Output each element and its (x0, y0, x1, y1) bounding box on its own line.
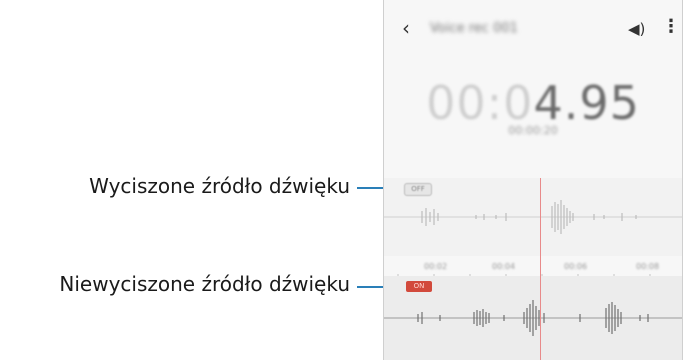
playhead[interactable] (540, 178, 541, 360)
recording-title: Voice rec 001 (430, 21, 518, 36)
app-bar: ‹ Voice rec 001 ◀) ⋮ (384, 0, 682, 60)
recorder-screen: ‹ Voice rec 001 ◀) ⋮ 00:04.95 00:00:20 O… (383, 0, 683, 360)
track-muted[interactable]: OFF (384, 178, 682, 256)
elapsed-time: 00:04.95 (384, 76, 682, 130)
track-unmuted[interactable]: ON (384, 276, 682, 360)
elapsed-time-bright: 4.95 (533, 76, 640, 130)
waveform-muted (384, 200, 682, 234)
waveform-unmuted (384, 300, 682, 336)
callout-muted-source: Wyciszone źródło dźwięku (89, 174, 350, 198)
more-options-icon[interactable]: ⋮ (662, 16, 680, 37)
back-arrow-icon[interactable]: ‹ (402, 16, 410, 40)
elapsed-time-dim: 00:0 (426, 76, 534, 130)
callout-unmuted-source: Niewyciszone źródło dźwięku (59, 272, 350, 296)
speaker-icon[interactable]: ◀) (628, 20, 645, 38)
total-time: 00:00:20 (508, 124, 558, 137)
